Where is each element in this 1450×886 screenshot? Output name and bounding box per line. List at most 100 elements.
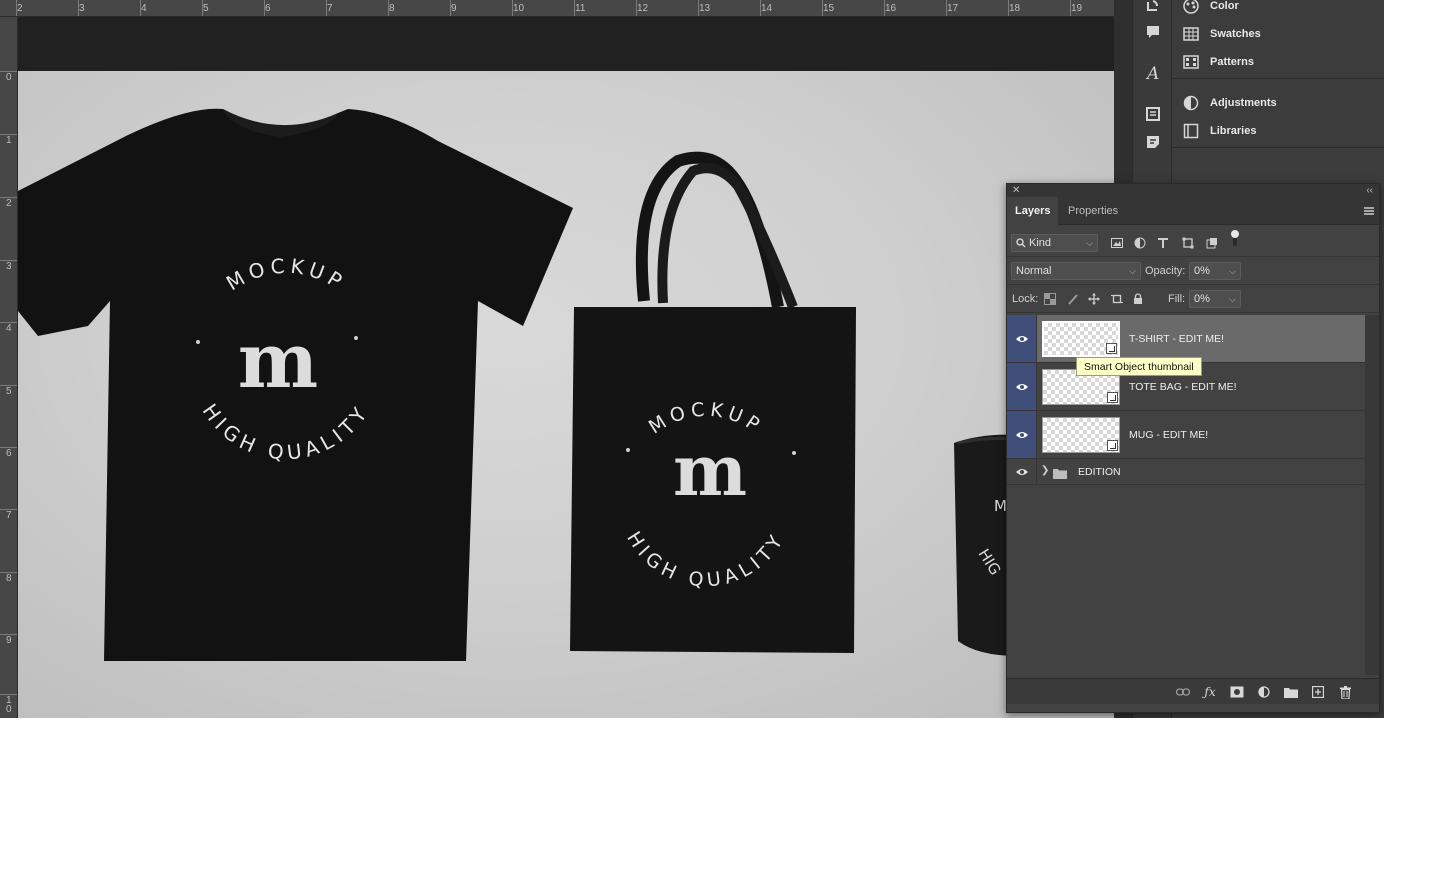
filter-kind-value: Kind <box>1029 237 1052 249</box>
chevron-down-icon: ⌵ <box>1229 294 1236 304</box>
tab-layers[interactable]: Layers <box>1007 197 1059 225</box>
visibility-eye-icon[interactable] <box>1007 315 1037 362</box>
link-layers-icon[interactable] <box>1174 683 1192 701</box>
ruler-label: 19 <box>1071 3 1083 14</box>
add-mask-icon[interactable] <box>1228 683 1246 701</box>
fill-field[interactable]: 0% ⌵ <box>1189 290 1241 308</box>
opacity-label: Opacity: <box>1145 265 1186 277</box>
mockup-artwork: MOCKUP HIGH QUALITY m MOCKUP HIGH QUALIT… <box>18 108 1019 661</box>
filter-toggle-icon[interactable] <box>1226 230 1244 248</box>
shape-filter-icon[interactable] <box>1179 234 1197 252</box>
layers-panel: ✕ ‹‹ Layers Properties Kind ⌵ Normal ⌵ O… <box>1006 183 1380 713</box>
ruler-label: 1 0 <box>6 695 12 715</box>
panel-menu-icon[interactable] <box>1363 204 1375 222</box>
smart-object-thumbnail[interactable] <box>1042 321 1120 357</box>
image-filter-icon[interactable] <box>1108 234 1126 252</box>
panel-adjustments[interactable]: Adjustments <box>1172 89 1384 117</box>
horizontal-ruler[interactable]: 2 3 4 5 6 7 8 9 10 11 12 13 14 15 16 17 … <box>0 0 1114 17</box>
lock-image-pixels-icon[interactable] <box>1064 290 1082 308</box>
ruler-label: 9 <box>6 635 12 646</box>
ruler-label: 2 <box>6 198 12 209</box>
tab-properties[interactable]: Properties <box>1060 197 1126 225</box>
adjustment-filter-icon[interactable] <box>1131 234 1149 252</box>
ruler-label: 7 <box>327 3 333 14</box>
panel-libraries-label: Libraries <box>1210 125 1257 137</box>
panel-tabs: Layers Properties <box>1007 197 1379 225</box>
panel-swatches-label: Swatches <box>1210 28 1261 40</box>
tote-bag-graphic: MOCKUP HIGH QUALITY m <box>570 151 856 653</box>
ruler-label: 6 <box>6 448 12 459</box>
ruler-label: 3 <box>79 3 85 14</box>
panel-title-bar[interactable]: ✕ ‹‹ <box>1007 184 1379 197</box>
panel-libraries[interactable]: Libraries <box>1172 117 1384 145</box>
document-canvas[interactable]: MOCKUP HIGH QUALITY m MOCKUP HIGH QUALIT… <box>18 71 1114 718</box>
swatches-grid-icon <box>1182 25 1200 43</box>
tooltip: Smart Object thumbnail <box>1076 357 1202 376</box>
type-filter-icon[interactable] <box>1154 234 1172 252</box>
visibility-eye-icon[interactable] <box>1007 411 1037 458</box>
ruler-label: 4 <box>141 3 147 14</box>
photoshop-window: 2 3 4 5 6 7 8 9 10 11 12 13 14 15 16 17 … <box>0 0 1384 718</box>
search-icon <box>1016 235 1026 256</box>
fill-value: 0% <box>1194 293 1210 305</box>
lock-all-icon[interactable] <box>1129 290 1147 308</box>
ruler-label: 5 <box>203 3 209 14</box>
panel-patterns[interactable]: Patterns <box>1172 48 1384 76</box>
ruler-label: 18 <box>1009 3 1021 14</box>
ruler-label: 13 <box>699 3 711 14</box>
color-palette-icon <box>1182 0 1200 15</box>
filter-row: Kind ⌵ <box>1007 229 1379 257</box>
lock-row: Lock: Fill: 0% ⌵ <box>1007 285 1379 313</box>
layers-scrollbar[interactable] <box>1365 315 1379 675</box>
chevron-right-icon[interactable]: ❯ <box>1041 465 1049 476</box>
new-group-icon[interactable] <box>1282 683 1300 701</box>
vertical-ruler[interactable]: 0 1 2 3 4 5 6 7 8 9 1 0 <box>0 17 18 718</box>
smart-object-thumbnail[interactable] <box>1042 417 1120 453</box>
collapse-icon[interactable]: ‹‹ <box>1366 184 1373 197</box>
new-adjustment-layer-icon[interactable] <box>1255 683 1273 701</box>
fx-icon[interactable]: ƒx <box>1201 683 1219 701</box>
character-icon[interactable]: A <box>1137 57 1169 89</box>
blend-row: Normal ⌵ Opacity: 0% ⌵ <box>1007 257 1379 285</box>
lock-position-icon[interactable] <box>1085 290 1103 308</box>
trash-icon[interactable] <box>1336 683 1354 701</box>
layer-name[interactable]: MUG - EDIT ME! <box>1129 411 1208 459</box>
ruler-label: 4 <box>6 323 12 334</box>
blend-mode-value: Normal <box>1016 265 1052 277</box>
panel-color[interactable]: Color <box>1172 0 1384 20</box>
ruler-label: 14 <box>761 3 773 14</box>
layer-row-mug[interactable]: MUG - EDIT ME! <box>1007 411 1365 459</box>
ruler-label: 11 <box>575 3 586 14</box>
panel-color-label: Color <box>1210 0 1239 12</box>
smart-object-badge-icon <box>1107 392 1118 403</box>
notes-icon[interactable] <box>1137 126 1169 158</box>
panel-swatches[interactable]: Swatches <box>1172 20 1384 48</box>
ruler-label: 6 <box>265 3 271 14</box>
layer-row-tshirt[interactable]: T-SHIRT - EDIT ME! <box>1007 315 1365 363</box>
layers-bottom-toolbar: ƒx <box>1007 678 1379 704</box>
tshirt-letter: m <box>238 316 318 405</box>
blend-mode-select[interactable]: Normal ⌵ <box>1011 262 1141 280</box>
visibility-eye-icon[interactable] <box>1007 363 1037 410</box>
panel-divider <box>1172 78 1384 79</box>
layer-name[interactable]: T-SHIRT - EDIT ME! <box>1129 315 1224 363</box>
comments-icon[interactable] <box>1137 16 1169 48</box>
lock-artboard-icon[interactable] <box>1108 290 1126 308</box>
tote-letter: m <box>673 429 747 512</box>
layer-group-row[interactable]: ❯ EDITION <box>1007 459 1365 485</box>
visibility-eye-icon[interactable] <box>1007 459 1037 484</box>
filter-kind-select[interactable]: Kind ⌵ <box>1011 234 1098 252</box>
lock-label: Lock: <box>1012 293 1039 305</box>
close-icon[interactable]: ✕ <box>1012 184 1020 197</box>
smart-object-filter-icon[interactable] <box>1203 234 1221 252</box>
group-name[interactable]: EDITION <box>1078 459 1121 485</box>
ruler-label: 7 <box>6 510 12 521</box>
ruler-label: 15 <box>823 3 835 14</box>
panel-patterns-label: Patterns <box>1210 56 1255 68</box>
ruler-label: 8 <box>6 573 12 584</box>
chevron-down-icon: ⌵ <box>1229 266 1236 276</box>
ruler-label: 9 <box>451 3 457 14</box>
lock-transparent-pixels-icon[interactable] <box>1041 290 1059 308</box>
new-layer-icon[interactable] <box>1309 683 1327 701</box>
opacity-field[interactable]: 0% ⌵ <box>1189 262 1241 280</box>
